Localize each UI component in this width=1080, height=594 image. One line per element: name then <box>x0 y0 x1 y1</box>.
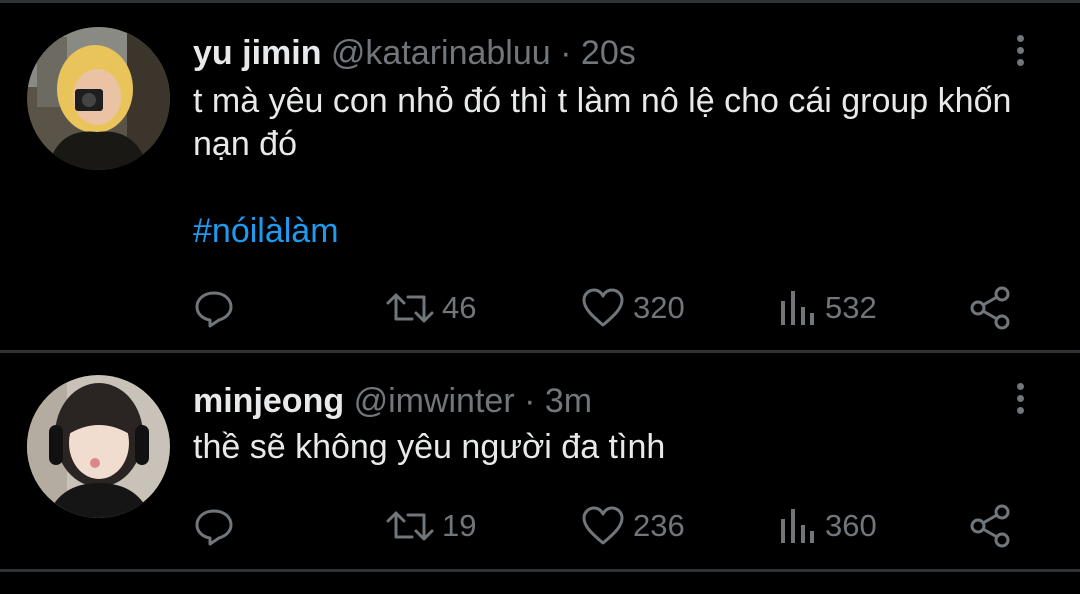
share-icon <box>968 286 1012 330</box>
action-bar: 46 320 532 <box>0 286 1080 330</box>
views-button[interactable]: 532 <box>777 286 877 330</box>
like-button[interactable]: 236 <box>581 504 685 548</box>
timestamp[interactable]: 3m <box>545 382 592 420</box>
retweet-button[interactable]: 46 <box>386 286 476 330</box>
user-handle[interactable]: @imwinter <box>354 382 515 420</box>
like-button[interactable]: 320 <box>581 286 685 330</box>
share-icon <box>968 504 1012 548</box>
display-name[interactable]: minjeong <box>193 382 344 420</box>
retweet-count: 46 <box>442 290 477 325</box>
tweet-text: t mà yêu con nhỏ đó thì t làm nô lệ cho … <box>193 82 1012 163</box>
views-icon <box>777 505 817 547</box>
hashtag-link[interactable]: #nóilàlàm <box>193 210 339 253</box>
share-button[interactable] <box>968 286 1012 330</box>
tweet-feed: yu jimin @katarinabluu · 20s t mà yêu co… <box>0 0 1080 594</box>
display-name[interactable]: yu jimin <box>193 34 321 72</box>
reply-button[interactable] <box>193 504 235 548</box>
divider <box>0 569 1080 572</box>
tweet[interactable]: yu jimin @katarinabluu · 20s t mà yêu co… <box>0 3 1080 351</box>
like-count: 236 <box>633 508 685 543</box>
more-vertical-icon[interactable] <box>1010 383 1030 419</box>
tweet-header: yu jimin @katarinabluu · 20s <box>193 31 636 75</box>
reply-button[interactable] <box>193 286 235 330</box>
retweet-count: 19 <box>442 508 477 543</box>
timestamp[interactable]: 20s <box>581 34 636 72</box>
like-count: 320 <box>633 290 685 325</box>
retweet-icon <box>386 287 434 329</box>
views-button[interactable]: 360 <box>777 504 877 548</box>
retweet-icon <box>386 505 434 547</box>
views-icon <box>777 287 817 329</box>
heart-icon <box>581 287 625 329</box>
separator: · <box>560 34 572 72</box>
action-bar: 19 236 360 <box>0 504 1080 548</box>
reply-icon <box>193 287 235 329</box>
share-button[interactable] <box>968 504 1012 548</box>
separator: · <box>524 382 536 420</box>
tweet-header: minjeong @imwinter · 3m <box>193 379 592 423</box>
reply-icon <box>193 505 235 547</box>
retweet-button[interactable]: 19 <box>386 504 476 548</box>
avatar[interactable] <box>27 375 170 518</box>
avatar[interactable] <box>27 27 170 170</box>
tweet[interactable]: minjeong @imwinter · 3m thề sẽ không yêu… <box>0 353 1080 569</box>
heart-icon <box>581 505 625 547</box>
view-count: 532 <box>825 290 877 325</box>
view-count: 360 <box>825 508 877 543</box>
user-handle[interactable]: @katarinabluu <box>331 34 551 72</box>
tweet-text: thề sẽ không yêu người đa tình <box>193 428 666 466</box>
more-vertical-icon[interactable] <box>1010 35 1030 71</box>
